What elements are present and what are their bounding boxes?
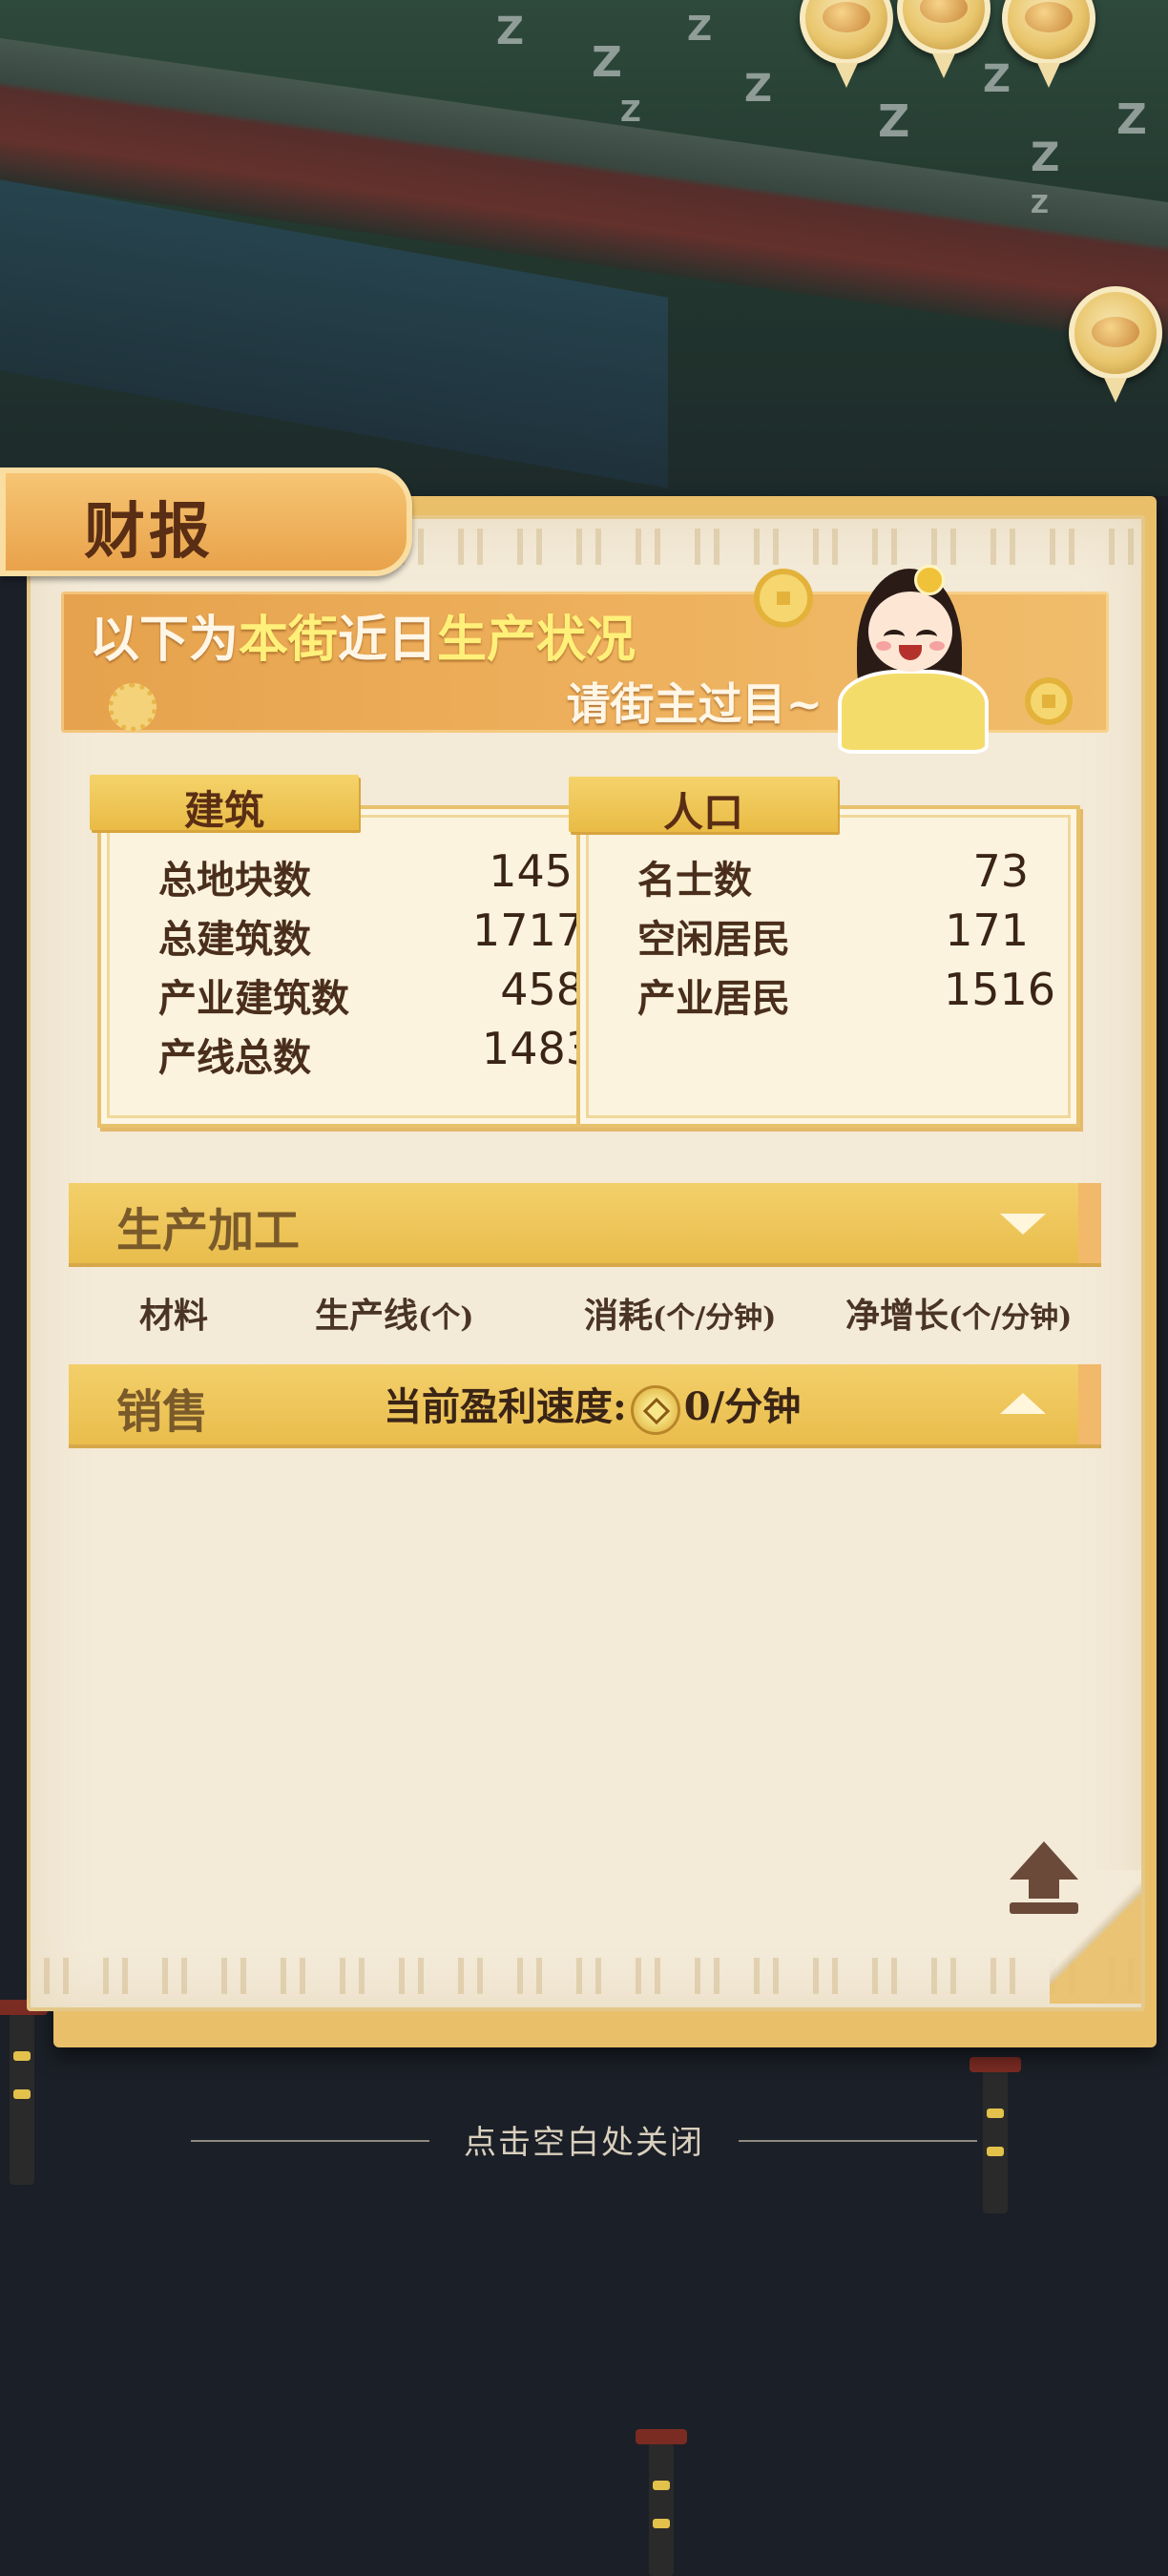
sales-section-header[interactable]: 销售 当前盈利速度: 0/分钟 xyxy=(69,1364,1101,1444)
production-section-header[interactable]: 生产加工 xyxy=(69,1183,1101,1263)
flower-decoration-icon xyxy=(109,683,156,731)
chevron-down-icon[interactable] xyxy=(1000,1214,1046,1235)
buildings-card: 总地块数 145 总建筑数 1717 产业建筑数 458 产线总数 1483 xyxy=(97,805,597,1128)
sleep-z-icon: Z xyxy=(1116,95,1147,144)
stat-label: 产业建筑数 xyxy=(158,976,349,1021)
sleep-z-icon: Z xyxy=(744,67,773,111)
hint-divider-right xyxy=(739,2140,977,2142)
stat-row-idle-residents: 空闲居民 171 xyxy=(637,904,1029,966)
population-title: 人口 xyxy=(662,789,743,836)
stat-row-buildings: 总建筑数 1717 xyxy=(158,904,584,966)
sleep-z-icon: Z xyxy=(620,95,641,129)
gate-pole xyxy=(636,2429,687,2576)
map-pin-icon[interactable] xyxy=(1002,0,1095,88)
map-pin-icon[interactable] xyxy=(1069,286,1162,403)
population-tab: 人口 xyxy=(569,777,838,836)
title-tab: 财报 xyxy=(0,467,412,576)
banner-line1: 以下为本街近日生产状况 xyxy=(90,611,636,669)
stat-row-industry-buildings: 产业建筑数 458 xyxy=(158,964,584,1025)
sleep-z-icon: Z xyxy=(496,10,525,53)
stat-value: 171 xyxy=(945,904,1029,956)
map-pin-icon[interactable] xyxy=(800,0,893,88)
panel-title: 财报 xyxy=(84,496,214,568)
coin-icon xyxy=(630,1385,680,1435)
production-title: 生产加工 xyxy=(116,1204,301,1257)
sleep-z-icon: Z xyxy=(878,95,910,147)
stat-row-plots: 总地块数 145 xyxy=(158,845,573,906)
sleep-z-icon: Z xyxy=(687,10,713,49)
stat-row-notables: 名士数 73 xyxy=(637,845,1029,906)
sleep-z-icon: Z xyxy=(1031,134,1060,180)
sleep-z-icon: Z xyxy=(1031,191,1049,219)
coin-decoration-icon xyxy=(1025,677,1073,725)
chevron-up-icon[interactable] xyxy=(1000,1393,1046,1414)
stat-value: 458 xyxy=(500,964,584,1015)
stat-row-production-lines: 产线总数 1483 xyxy=(158,1023,594,1084)
column-header-net-growth: 净增长(个/分钟) xyxy=(845,1296,1073,1336)
sleep-z-icon: Z xyxy=(592,38,622,87)
banner-line2: 请街主过目~ xyxy=(566,678,823,730)
map-pin-icon[interactable] xyxy=(897,0,991,78)
buildings-tab: 建筑 xyxy=(90,775,359,834)
stat-label: 产线总数 xyxy=(158,1035,311,1080)
close-hint[interactable]: 点击空白处关闭 xyxy=(0,2116,1168,2163)
stat-row-industry-residents: 产业居民 1516 xyxy=(637,964,1055,1025)
profit-rate: 当前盈利速度: 0/分钟 xyxy=(384,1376,801,1435)
town-scene-background: Z Z Z Z Z Z Z Z Z Z xyxy=(0,0,1168,496)
stat-value: 1516 xyxy=(943,964,1055,1015)
scroll-top-icon[interactable] xyxy=(1004,1841,1084,1922)
stat-value: 1717 xyxy=(471,904,584,956)
panel-bottom-border xyxy=(31,1958,1141,1994)
column-header-lines: 生产线(个) xyxy=(315,1296,474,1336)
stat-label: 名士数 xyxy=(637,858,752,903)
sales-title: 销售 xyxy=(116,1385,209,1439)
column-header-consume: 消耗(个/分钟) xyxy=(584,1296,777,1336)
stat-label: 空闲居民 xyxy=(637,917,790,962)
coin-decoration-icon xyxy=(754,569,813,628)
stat-label: 总建筑数 xyxy=(158,917,311,962)
column-header-material: 材料 xyxy=(139,1296,209,1336)
population-card: 名士数 73 空闲居民 171 产业居民 1516 xyxy=(576,805,1080,1128)
sleep-z-icon: Z xyxy=(983,57,1012,101)
stat-label: 产业居民 xyxy=(637,976,790,1021)
stat-value: 73 xyxy=(972,845,1029,897)
mascot-avatar xyxy=(819,565,1019,754)
buildings-title: 建筑 xyxy=(183,787,264,834)
stat-label: 总地块数 xyxy=(158,858,311,903)
stat-value: 145 xyxy=(489,845,573,897)
